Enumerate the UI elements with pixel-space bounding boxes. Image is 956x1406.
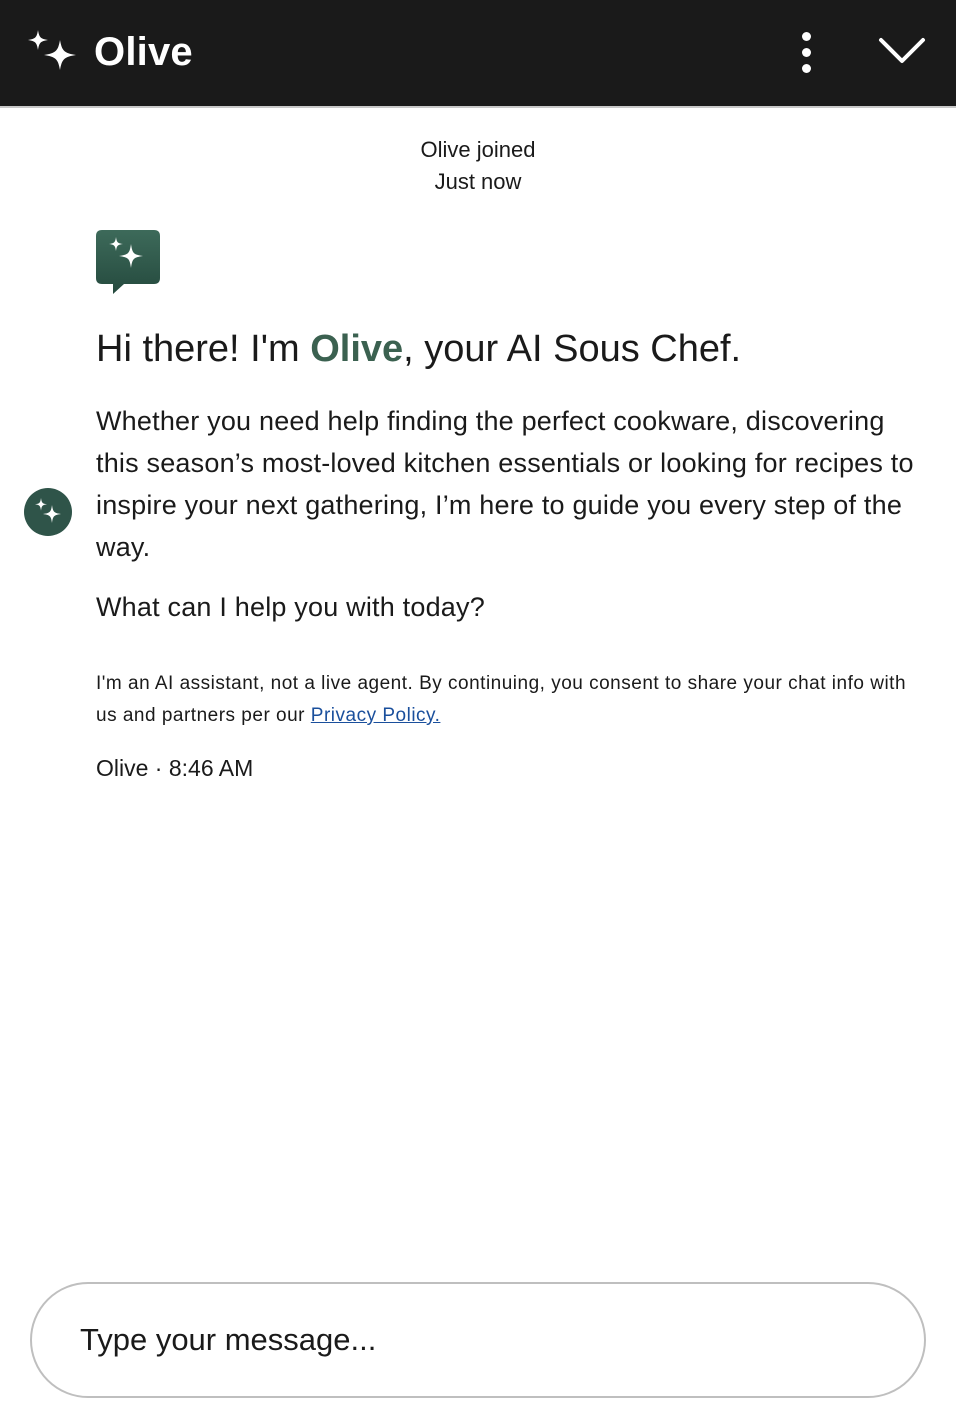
assistant-name: Olive (310, 328, 404, 370)
chat-bubble-sparkles-icon (96, 230, 162, 296)
message-composer[interactable] (30, 1282, 926, 1398)
meta-separator: · (154, 755, 163, 781)
more-vertical-icon (801, 31, 811, 41)
message-sender: Olive (96, 755, 149, 781)
chevron-down-icon (879, 38, 925, 63)
join-notice: Olive joined Just now (0, 134, 956, 198)
olive-avatar (24, 488, 72, 536)
join-notice-time: Just now (434, 169, 522, 194)
greeting-heading: Hi there! I'm Olive, your AI Sous Chef. (96, 322, 916, 376)
join-notice-text: Olive joined (420, 137, 536, 162)
more-vertical-icon-dot (801, 47, 811, 57)
chat-title: Olive (94, 30, 193, 74)
intro-text: Whether you need help finding the perfec… (96, 406, 914, 562)
disclaimer-text: I'm an AI assistant, not a live agent. B… (96, 673, 907, 726)
greeting-suffix: , your AI Sous Chef. (403, 328, 742, 370)
message-time: 8:46 AM (168, 755, 254, 781)
help-question: What can I help you with today? (96, 592, 485, 622)
message-meta: Olive · 8:46 AM (96, 750, 916, 786)
more-options-button[interactable] (786, 26, 826, 78)
collapse-chat-button[interactable] (872, 30, 932, 74)
chat-header: Olive (0, 0, 956, 108)
more-vertical-icon-dot (801, 63, 811, 73)
chat-window: Olive Olive joined Just now Hi there! I'… (0, 0, 956, 1406)
privacy-policy-link[interactable]: Privacy Policy. (311, 705, 441, 726)
sparkles-icon (35, 498, 61, 523)
greeting-prefix: Hi there! I'm (96, 328, 311, 370)
sparkles-icon (26, 28, 82, 78)
message-input[interactable] (80, 1284, 880, 1396)
bot-message: Hi there! I'm Olive, your AI Sous Chef. … (96, 322, 916, 786)
ai-disclaimer: I'm an AI assistant, not a live agent. B… (96, 668, 906, 732)
